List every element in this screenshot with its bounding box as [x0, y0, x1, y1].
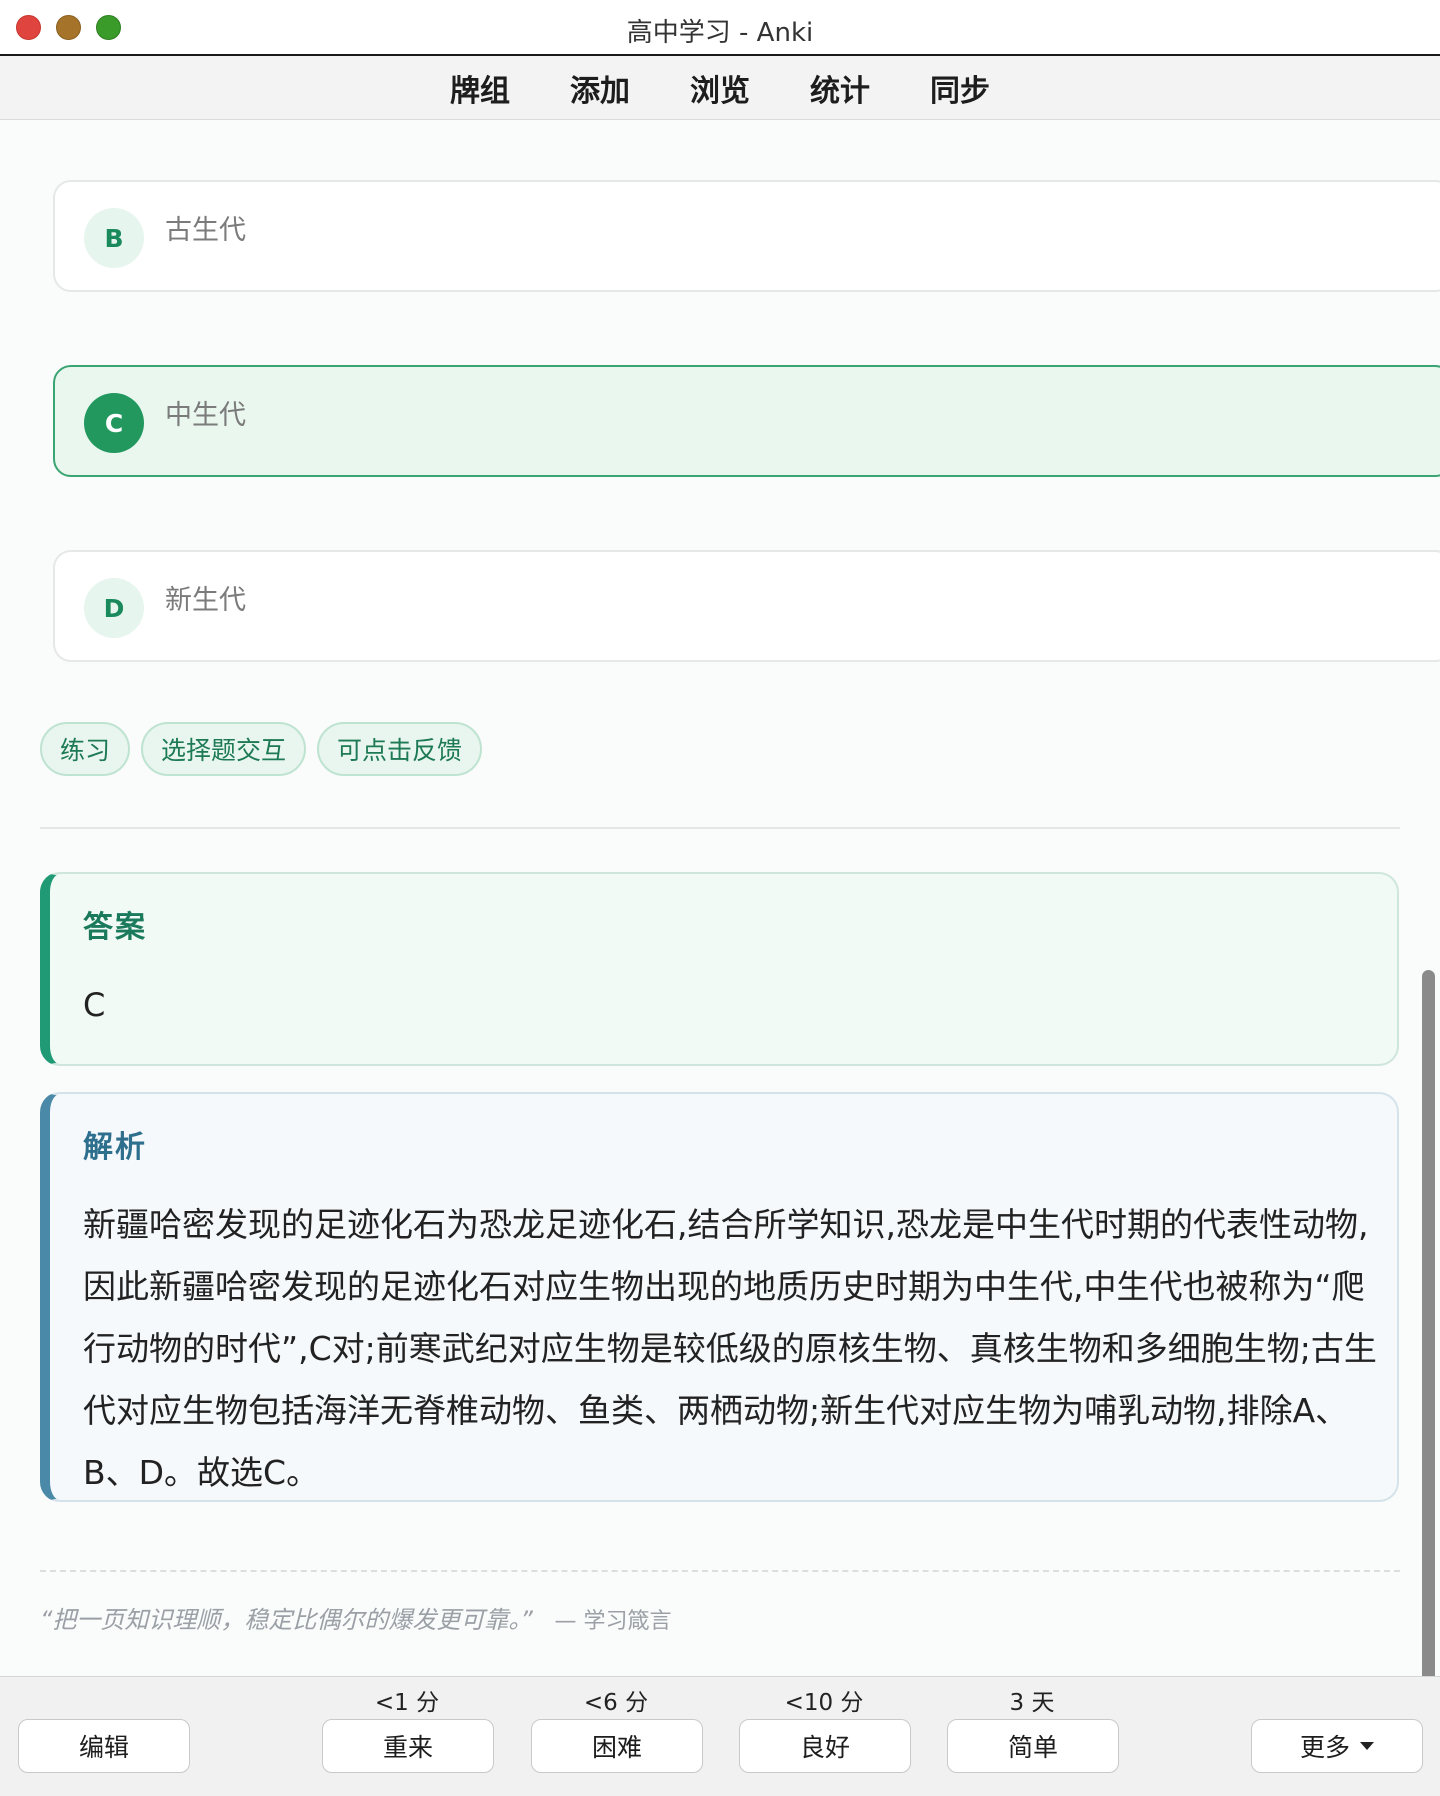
main-toolbar: 牌组 添加 浏览 统计 同步 — [0, 56, 1440, 120]
toolbar-stats[interactable]: 统计 — [808, 66, 872, 110]
quote-source: — 学习箴言 — [554, 1609, 672, 1634]
quote-text: “把一页知识理顺，稳定比偶尔的爆发更可靠。” — [40, 1606, 533, 1634]
answer-title: 答案 — [83, 910, 147, 945]
tag-practice[interactable]: 练习 — [40, 722, 131, 776]
toolbar-browse[interactable]: 浏览 — [688, 66, 752, 110]
more-label: 更多 — [1299, 1733, 1350, 1762]
more-button[interactable]: 更多 — [1251, 1719, 1423, 1773]
option-letter: B — [84, 208, 144, 268]
tag-clickable-feedback[interactable]: 可点击反馈 — [317, 722, 483, 776]
tag-list: 练习 选择题交互 可点击反馈 — [40, 722, 483, 776]
window-title: 高中学习 - Anki — [626, 18, 814, 48]
explanation-text: 新疆哈密发现的足迹化石为恐龙足迹化石,结合所学知识,恐龙是中生代时期的代表性动物… — [83, 1205, 1377, 1492]
divider — [40, 827, 1400, 829]
interval-good: <10 分 — [784, 1690, 864, 1716]
toolbar-sync[interactable]: 同步 — [928, 66, 992, 110]
interval-hard: <6 分 — [583, 1690, 649, 1716]
answer-bar: 编辑 <1 分 <6 分 <10 分 3 天 重来 困难 良好 简单 更多 — [0, 1676, 1440, 1796]
explanation-panel: 解析 新疆哈密发现的足迹化石为恐龙足迹化石,结合所学知识,恐龙是中生代时期的代表… — [40, 1092, 1399, 1502]
answer-panel: 答案 C — [40, 872, 1399, 1066]
scrollbar[interactable] — [1422, 970, 1435, 1676]
option-d[interactable]: D 新生代 — [53, 550, 1440, 662]
option-letter: D — [84, 578, 144, 638]
toolbar-decks[interactable]: 牌组 — [448, 66, 512, 110]
explanation-title: 解析 — [83, 1130, 147, 1165]
quote: “把一页知识理顺，稳定比偶尔的爆发更可靠。” — 学习箴言 — [40, 1600, 672, 1635]
hard-button[interactable]: 困难 — [531, 1719, 703, 1773]
dashed-divider — [40, 1570, 1400, 1572]
option-c[interactable]: C 中生代 — [53, 365, 1440, 477]
tag-multiple-choice[interactable]: 选择题交互 — [141, 722, 307, 776]
toolbar-add[interactable]: 添加 — [568, 66, 632, 110]
option-b[interactable]: B 古生代 — [53, 180, 1440, 292]
easy-button[interactable]: 简单 — [947, 1719, 1119, 1773]
again-button[interactable]: 重来 — [322, 1719, 494, 1773]
option-letter: C — [84, 393, 144, 453]
edit-button[interactable]: 编辑 — [18, 1719, 190, 1773]
title-bar: 高中学习 - Anki — [0, 0, 1440, 56]
option-text: 古生代 — [165, 215, 246, 246]
option-text: 新生代 — [165, 585, 246, 616]
good-button[interactable]: 良好 — [739, 1719, 911, 1773]
interval-again: <1 分 — [374, 1690, 440, 1716]
interval-easy: 3 天 — [1009, 1690, 1055, 1716]
caret-down-icon — [1360, 1742, 1374, 1750]
card-content: B 古生代 C 中生代 D 新生代 练习 选择题交互 可点击反馈 答案 C 解析… — [0, 120, 1440, 1676]
option-text: 中生代 — [165, 400, 246, 431]
answer-value: C — [83, 986, 106, 1024]
